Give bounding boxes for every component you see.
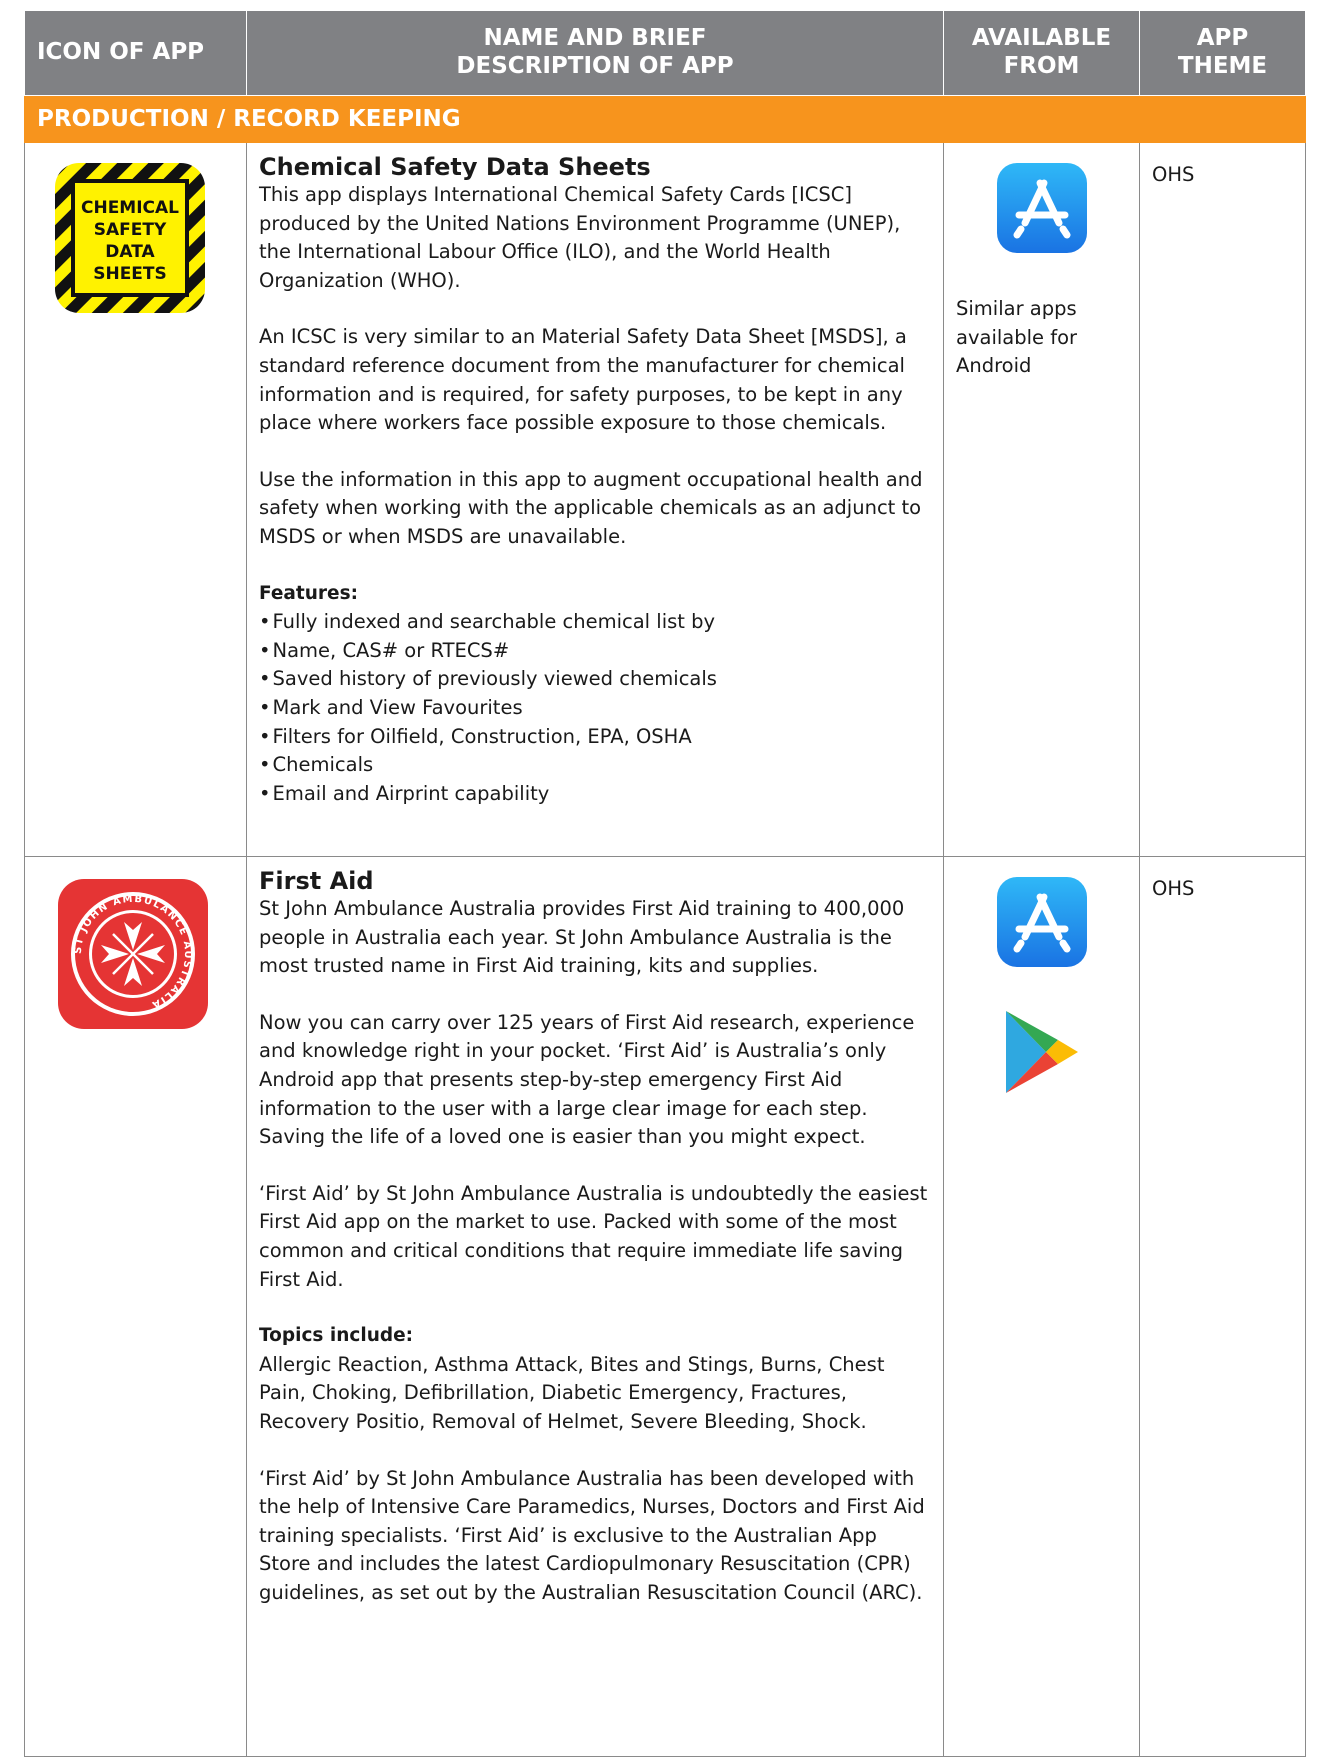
app-paragraph: Use the information in this app to augme… <box>259 467 923 548</box>
app-description-cell: Chemical Safety Data Sheets This app dis… <box>246 142 944 857</box>
header-avail-line1: AVAILABLE <box>971 25 1112 52</box>
list-item: Filters for Oilfield, Construction, EPA,… <box>259 723 931 752</box>
app-icon-cell: ST JOHN AMBULANCE AUSTRALIA <box>24 856 247 1757</box>
header-available-from: AVAILABLE FROM <box>943 10 1140 96</box>
app-paragraph: This app displays International Chemical… <box>259 183 901 292</box>
table-header-row: ICON OF APP NAME AND BRIEF DESCRIPTION O… <box>24 10 1306 96</box>
google-play-icon[interactable] <box>1002 1007 1082 1097</box>
app-theme: OHS <box>1152 163 1195 186</box>
header-theme-line2: THEME <box>1177 53 1268 79</box>
list-item: Email and Airprint capability <box>259 780 931 809</box>
app-paragraph: An ICSC is very similar to an Material S… <box>259 325 907 435</box>
chem-icon-line2: SAFETY <box>94 220 167 240</box>
list-item: Chemicals <box>259 751 931 780</box>
header-name-line2: DESCRIPTION OF APP <box>456 53 734 79</box>
app-store-icon[interactable] <box>996 877 1087 967</box>
app-theme-cell: OHS <box>1139 856 1306 1757</box>
available-from-cell <box>943 856 1140 1757</box>
header-theme-line1: APP <box>1196 25 1249 52</box>
features-list: Fully indexed and searchable chemical li… <box>259 608 931 808</box>
list-item: Saved history of previously viewed chemi… <box>259 665 931 694</box>
app-paragraph: Now you can carry over 125 years of Firs… <box>259 1010 915 1149</box>
chem-icon-line4: SHEETS <box>93 264 167 284</box>
table-row: ST JOHN AMBULANCE AUSTRALIA First Aid St… <box>24 856 1306 1757</box>
list-item: Mark and View Favourites <box>259 694 931 723</box>
app-paragraph: St John Ambulance Australia provides Fir… <box>259 897 905 978</box>
chem-icon-line1: CHEMICAL <box>81 198 179 218</box>
available-from-cell: Similar apps available for Android <box>943 142 1140 857</box>
app-description-cell: First Aid St John Ambulance Australia pr… <box>246 856 944 1757</box>
topics-text: Allergic Reaction, Asthma Attack, Bites … <box>259 1352 885 1433</box>
list-item: Fully indexed and searchable chemical li… <box>259 608 931 637</box>
header-name-line1: NAME AND BRIEF <box>483 25 707 52</box>
features-label: Features: <box>259 582 359 604</box>
list-item: Name, CAS# or RTECS# <box>259 637 931 666</box>
apps-table: ICON OF APP NAME AND BRIEF DESCRIPTION O… <box>24 10 1306 1757</box>
app-theme: OHS <box>1152 877 1195 900</box>
st-john-ambulance-icon: ST JOHN AMBULANCE AUSTRALIA <box>58 879 208 1029</box>
app-theme-cell: OHS <box>1139 142 1306 857</box>
available-note: Similar apps available for Android <box>956 297 1078 378</box>
app-title: Chemical Safety Data Sheets <box>259 153 651 181</box>
header-app-theme: APP THEME <box>1139 10 1306 96</box>
app-icon-cell: CHEMICAL SAFETY DATA SHEETS <box>24 142 247 857</box>
app-paragraph: ‘First Aid’ by St John Ambulance Austral… <box>259 1181 928 1291</box>
topics-label: Topics include: <box>259 1325 414 1347</box>
chemical-safety-data-sheets-icon: CHEMICAL SAFETY DATA SHEETS <box>55 163 205 313</box>
table-row: CHEMICAL SAFETY DATA SHEETS Chemical Saf… <box>24 142 1306 857</box>
header-avail-line2: FROM <box>1003 53 1080 79</box>
section-label: PRODUCTION / RECORD KEEPING <box>24 95 1306 143</box>
section-row: PRODUCTION / RECORD KEEPING <box>24 95 1306 143</box>
app-title: First Aid <box>259 867 374 895</box>
header-name-description: NAME AND BRIEF DESCRIPTION OF APP <box>246 10 944 96</box>
app-store-icon[interactable] <box>996 163 1087 253</box>
chem-icon-line3: DATA <box>105 242 155 262</box>
header-icon-of-app: ICON OF APP <box>24 10 247 96</box>
app-paragraph: ‘First Aid’ by St John Ambulance Austral… <box>259 1466 925 1604</box>
